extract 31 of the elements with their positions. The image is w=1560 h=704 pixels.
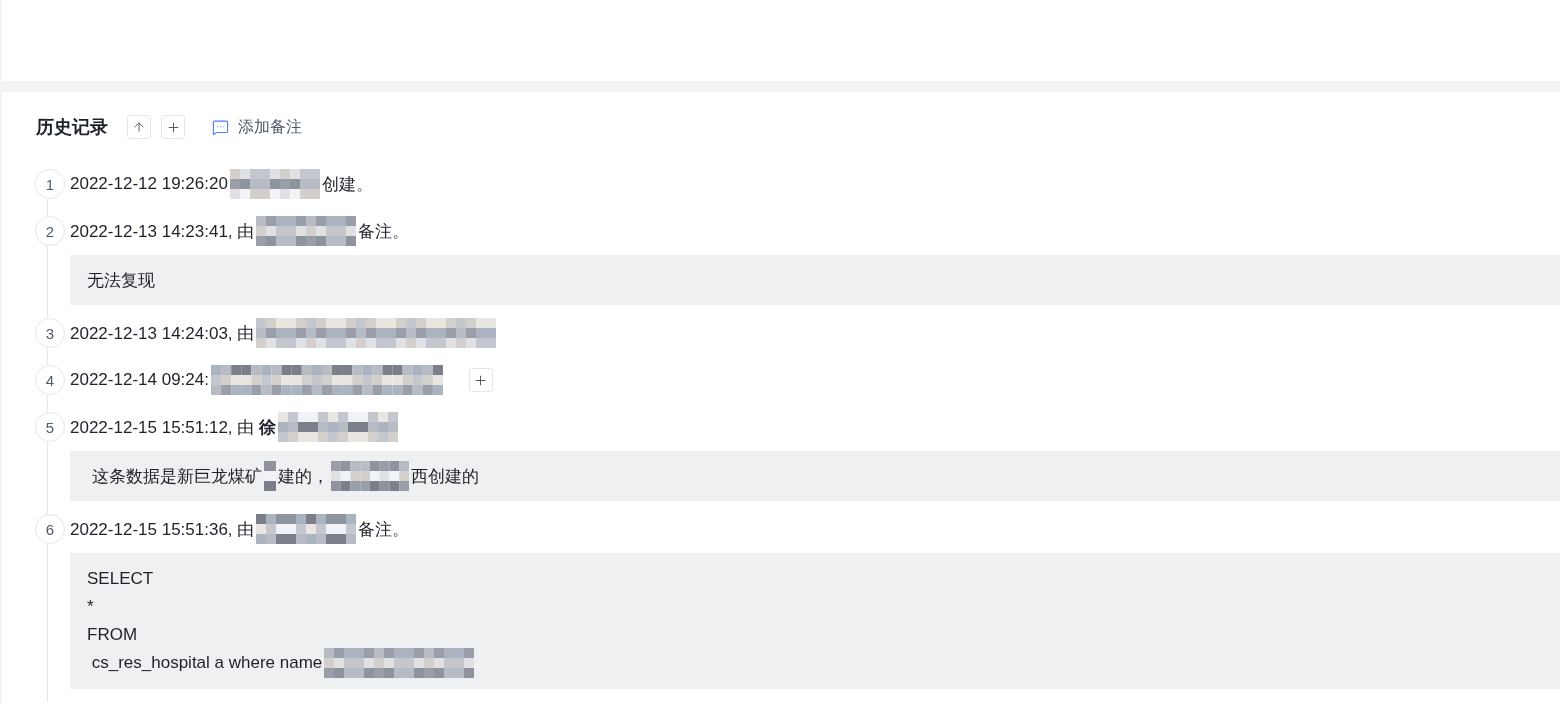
step-number: 1 — [35, 169, 65, 199]
step-number: 2 — [35, 216, 65, 246]
code-line: SELECT — [87, 569, 154, 589]
step-number: 5 — [35, 412, 65, 442]
entry-text: 2022-12-13 14:24:03, 由 — [70, 322, 255, 345]
entry-text: 2022-12-13 14:23:41, 由 — [70, 220, 255, 243]
code-line: FROM — [87, 625, 138, 645]
entry-text: 2022-12-15 15:51:36, 由 — [70, 518, 255, 541]
plus-icon — [165, 119, 181, 135]
note-text: 这条数据是新巨龙煤矿 — [90, 465, 262, 488]
add-note-button[interactable]: 添加备注 — [212, 116, 302, 138]
step-number: 4 — [35, 365, 65, 395]
pixel-mosaic-drawing — [263, 461, 276, 491]
note-text: 建的， — [277, 465, 329, 488]
add-button[interactable] — [468, 368, 493, 392]
section-title: 历史记录 — [36, 116, 108, 139]
code-line: cs_res_hospital a where name — [90, 653, 323, 673]
add-button[interactable] — [161, 115, 185, 139]
step-number: 3 — [35, 318, 65, 348]
code-line: * — [87, 597, 94, 617]
plus-icon — [473, 372, 489, 388]
entry-text: 2022-12-15 15:51:12, 由 徐 — [70, 416, 277, 439]
note-text: 无法复现 — [87, 269, 155, 292]
entry-text: 备注。 — [358, 518, 410, 541]
entry-text: 备注。 — [358, 220, 410, 243]
step-number: 6 — [35, 514, 65, 544]
entry-text: 2022-12-14 09:24: — [70, 370, 209, 390]
entry-text: 2022-12-12 19:26:20 — [70, 174, 228, 194]
entry-text: 创建。 — [321, 173, 373, 196]
note-text: 西创建的 — [410, 465, 479, 488]
comment-icon — [212, 118, 229, 136]
